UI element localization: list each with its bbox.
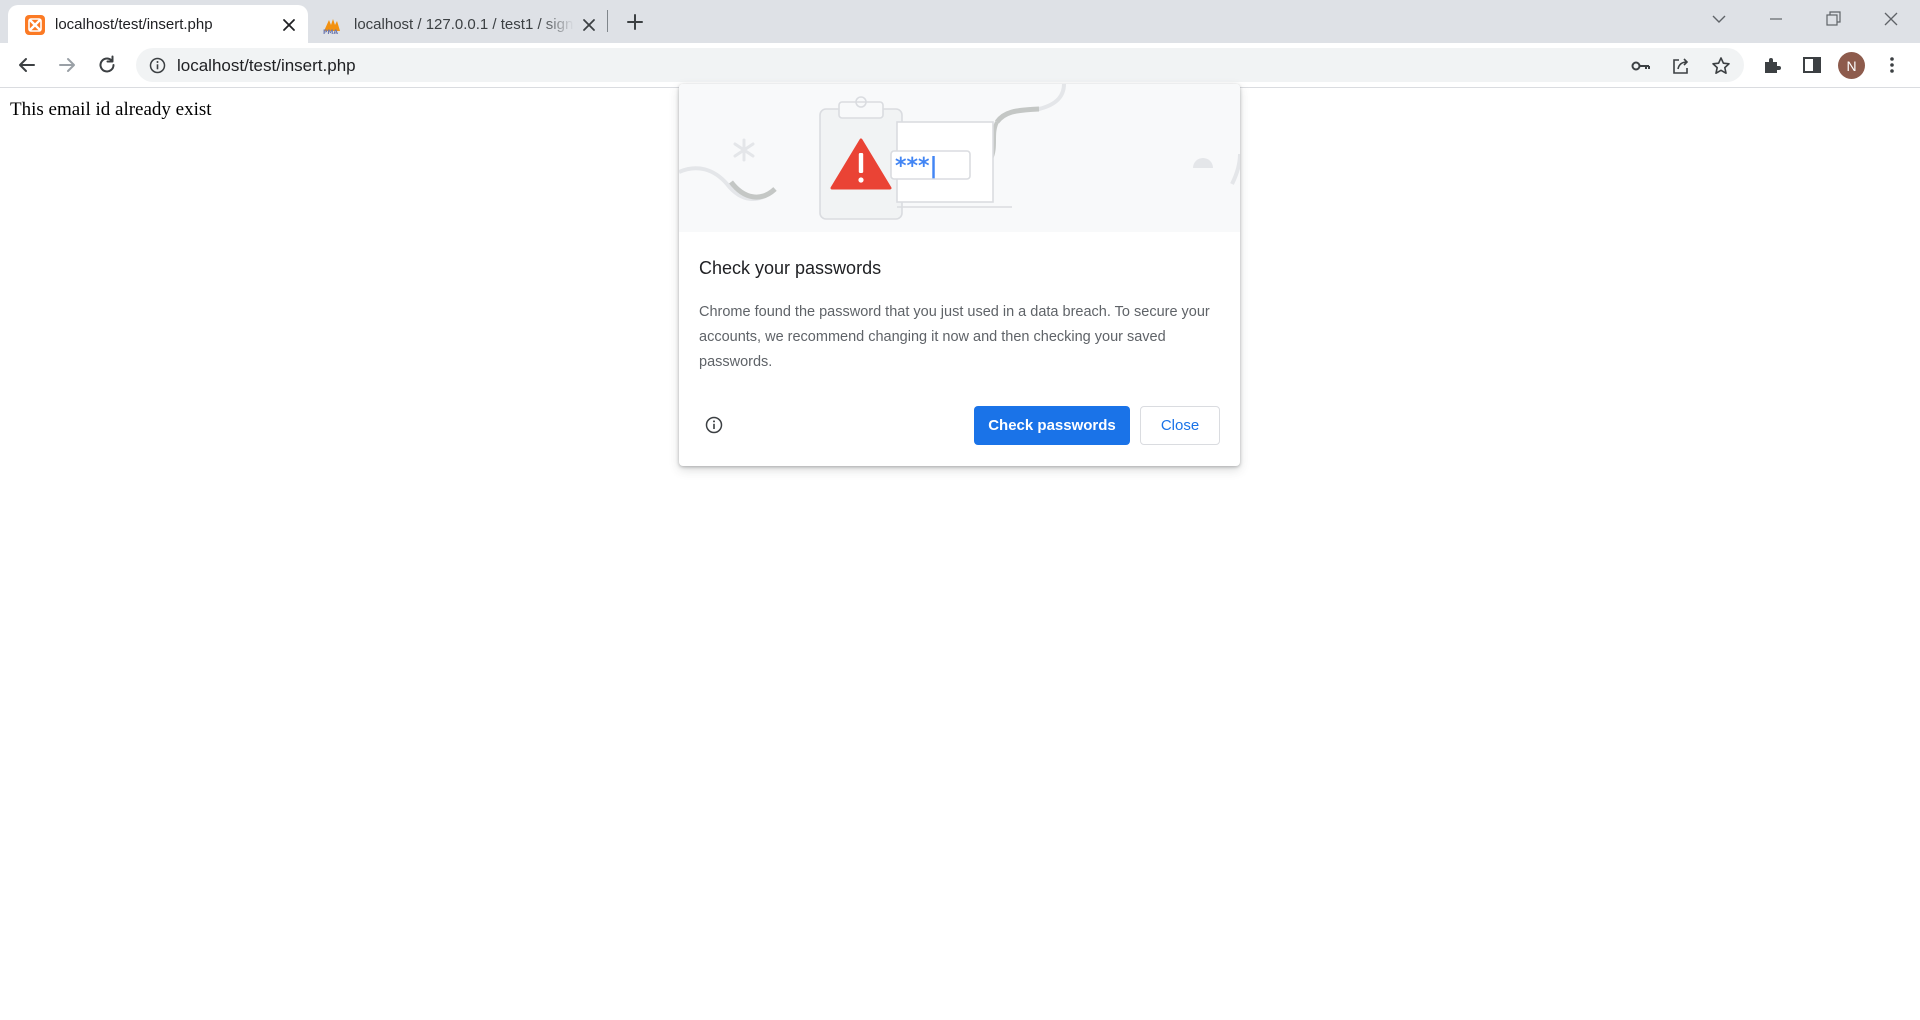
xampp-icon: [25, 15, 45, 35]
reload-icon: [99, 55, 115, 73]
menu-button[interactable]: [1878, 51, 1906, 79]
browser-toolbar: localhost/test/insert.php N: [0, 43, 1920, 88]
tab-title: localhost/test/insert.php: [55, 16, 213, 33]
side-panel-button[interactable]: [1798, 51, 1826, 79]
minimize-icon[interactable]: [1761, 6, 1791, 32]
check-passwords-button[interactable]: Check passwords: [974, 406, 1130, 445]
reload-button[interactable]: [93, 51, 121, 79]
kebab-menu-icon: [1890, 57, 1894, 73]
svg-text:PMA: PMA: [323, 29, 338, 35]
arrow-left-icon: [19, 58, 35, 72]
close-tab-icon[interactable]: [580, 16, 598, 34]
key-icon[interactable]: [1630, 55, 1652, 77]
url-text[interactable]: localhost/test/insert.php: [177, 56, 356, 75]
puzzle-icon: [1765, 58, 1781, 73]
extensions-button[interactable]: [1758, 51, 1786, 79]
forward-button[interactable]: [53, 51, 81, 79]
masked-password-text: ***|: [895, 154, 938, 179]
bookmark-star-icon[interactable]: [1710, 55, 1732, 77]
tab-title: localhost / 127.0.0.1 / test1 / signup: [354, 16, 574, 33]
tab-insert-php[interactable]: localhost/test/insert.php: [8, 5, 308, 43]
phpmyadmin-icon: PMA: [323, 19, 340, 35]
address-bar[interactable]: localhost/test/insert.php: [136, 48, 1744, 82]
side-panel-icon: [1803, 57, 1821, 73]
profile-avatar[interactable]: N: [1838, 52, 1865, 79]
tab-separator: [607, 10, 608, 32]
close-tab-icon[interactable]: [280, 16, 298, 34]
info-icon[interactable]: [704, 415, 724, 435]
password-breach-illustration: ***|: [679, 84, 1240, 232]
close-window-icon[interactable]: [1876, 6, 1906, 32]
dialog-body-text: Chrome found the password that you just …: [699, 304, 1210, 370]
page-message: This email id already exist: [10, 99, 212, 120]
arrow-right-icon: [59, 58, 75, 72]
dialog-title: Check your passwords: [699, 258, 882, 278]
share-icon[interactable]: [1670, 55, 1692, 77]
site-info-icon[interactable]: [149, 57, 166, 74]
tab-search-chevron-down-icon[interactable]: [1704, 6, 1734, 32]
tab-strip: localhost/test/insert.php PMA localhost …: [0, 0, 1920, 43]
close-button[interactable]: Close: [1140, 406, 1220, 445]
check-passwords-dialog: ***| Check your passwords Chrome found t…: [679, 84, 1240, 466]
back-button[interactable]: [13, 51, 41, 79]
tab-phpmyadmin[interactable]: PMA localhost / 127.0.0.1 / test1 / sign…: [310, 5, 600, 43]
new-tab-plus-icon[interactable]: [622, 9, 648, 35]
restore-window-icon[interactable]: [1818, 6, 1848, 32]
